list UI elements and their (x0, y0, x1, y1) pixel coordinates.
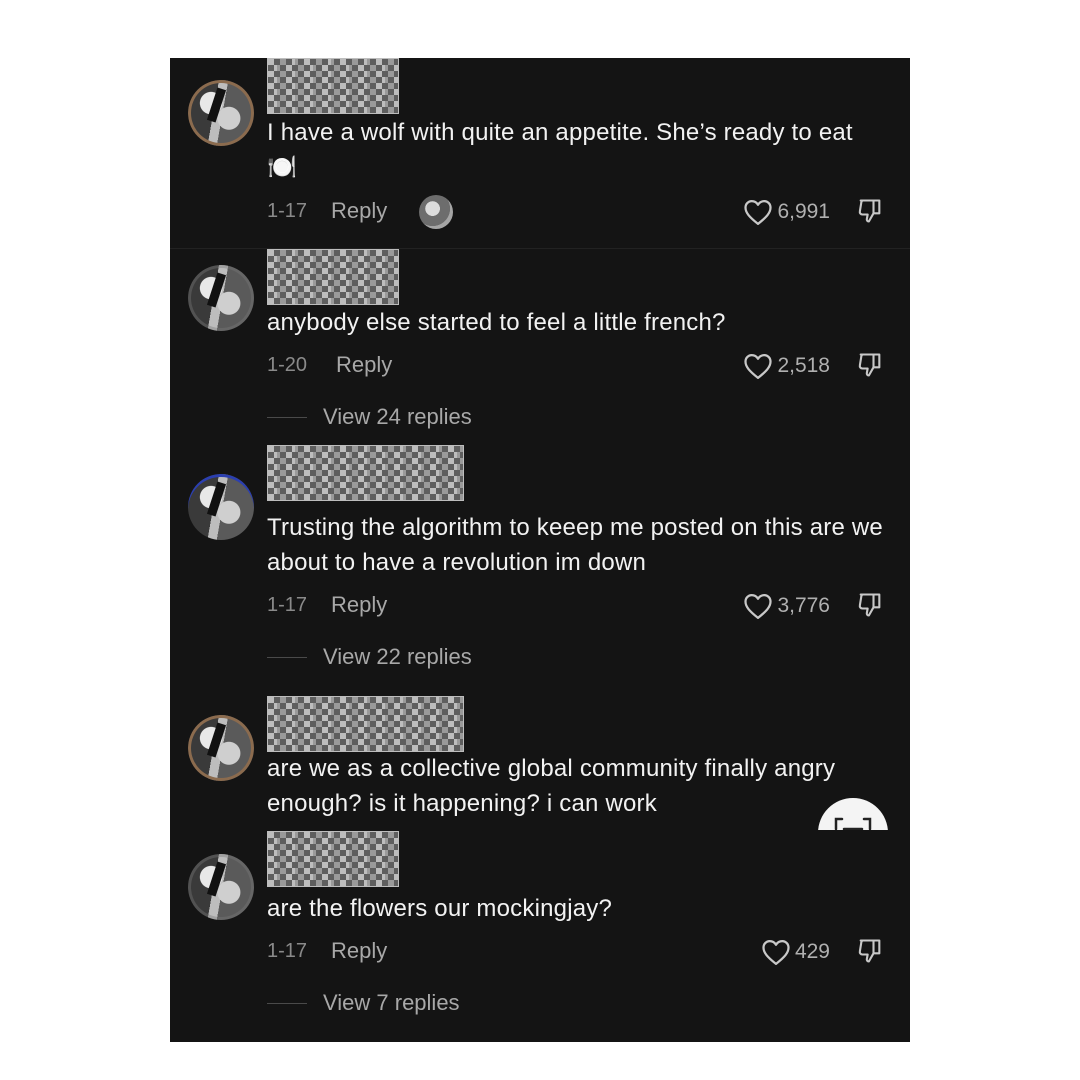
username-redacted[interactable] (267, 58, 399, 114)
comment-date: 1-17 (267, 200, 308, 222)
view-replies-button[interactable]: View 24 replies (267, 400, 472, 434)
heart-icon (744, 354, 773, 379)
comment-meta: 1-17 Reply 3,776 (267, 589, 886, 623)
view-replies-label: View 22 replies (323, 644, 472, 669)
minimize-icon (834, 817, 872, 831)
creator-liked-avatar (419, 195, 453, 229)
username-redacted[interactable] (267, 831, 399, 887)
like-count: 6,991 (777, 200, 830, 223)
like-button[interactable]: 429 (761, 935, 830, 969)
username-redacted[interactable] (267, 249, 399, 305)
comment-text: I have a wolf with quite an appetite. Sh… (267, 119, 853, 181)
avatar[interactable] (188, 474, 254, 540)
comment-meta: 1-17 Reply 429 (267, 935, 886, 969)
like-count: 3,776 (777, 594, 830, 617)
comment-text: are the flowers our mockingjay? (267, 895, 613, 922)
reply-thread-line (267, 416, 307, 418)
thumbs-down-icon[interactable] (856, 351, 884, 379)
reply-button[interactable]: Reply (336, 352, 392, 378)
reply-thread-line (267, 1002, 307, 1004)
comment-date: 1-17 (267, 594, 308, 616)
comment-item: are the flowers our mockingjay? 1-17 Rep… (170, 830, 910, 1042)
avatar[interactable] (188, 265, 254, 331)
view-replies-button[interactable]: View 22 replies (267, 640, 472, 674)
heart-icon (762, 940, 790, 965)
comment-meta: 1-17 Reply 6,991 (267, 195, 886, 229)
username-redacted[interactable] (267, 445, 464, 501)
avatar[interactable] (188, 80, 254, 146)
reply-button[interactable]: Reply (331, 938, 387, 964)
reply-thread-line (267, 656, 307, 658)
like-button[interactable]: 3,776 (743, 589, 830, 623)
heart-icon (744, 200, 773, 225)
username-redacted[interactable] (267, 696, 464, 752)
like-count: 2,518 (777, 354, 830, 377)
view-replies-button[interactable]: View 7 replies (267, 986, 460, 1020)
avatar[interactable] (188, 854, 254, 920)
thumbs-down-icon[interactable] (856, 937, 884, 965)
view-replies-label: View 7 replies (323, 990, 460, 1015)
comment-meta: 1-20 Reply 2,518 (267, 349, 886, 383)
like-count: 429 (794, 940, 830, 963)
view-replies-label: View 24 replies (323, 404, 472, 429)
reply-button[interactable]: Reply (331, 592, 387, 618)
comment-date: 1-20 (267, 354, 308, 376)
like-button[interactable]: 2,518 (743, 349, 830, 383)
comment-date: 1-17 (267, 940, 308, 962)
comments-panel: I have a wolf with quite an appetite. Sh… (170, 58, 910, 1042)
avatar[interactable] (188, 715, 254, 781)
comment-text: are we as a collective global community … (267, 755, 836, 817)
like-button[interactable]: 6,991 (743, 195, 830, 229)
thumbs-down-icon[interactable] (856, 591, 884, 619)
comment-text: anybody else started to feel a little fr… (267, 309, 726, 336)
reply-button[interactable]: Reply (331, 198, 387, 224)
comment-text: Trusting the algorithm to keeep me poste… (267, 514, 883, 576)
heart-icon (744, 594, 773, 619)
thumbs-down-icon[interactable] (856, 197, 884, 225)
